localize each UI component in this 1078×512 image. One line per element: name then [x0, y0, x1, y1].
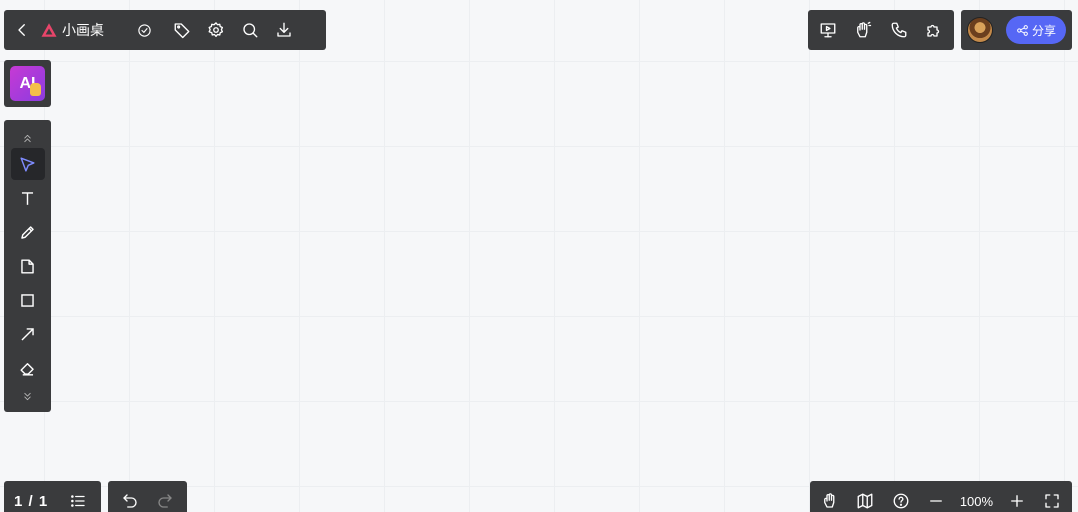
avatar[interactable] [967, 17, 993, 43]
logo-icon [38, 18, 60, 42]
list-icon[interactable] [66, 489, 90, 512]
phone-icon[interactable] [887, 18, 911, 42]
share-button[interactable]: 分享 [1005, 16, 1066, 44]
share-icon [1017, 24, 1028, 36]
tag-icon[interactable] [170, 18, 194, 42]
redo-icon[interactable] [153, 489, 177, 512]
pointer-icon [20, 156, 35, 172]
top-left-toolbar: 小画桌 [4, 10, 326, 50]
download-icon[interactable] [272, 18, 296, 42]
share-label: 分享 [1031, 23, 1056, 38]
back-icon[interactable] [12, 18, 32, 42]
note-icon [21, 258, 34, 274]
page-navigator: 1 / 1 [4, 481, 101, 512]
gear-icon[interactable] [204, 18, 228, 42]
zoom-in-icon[interactable] [1005, 489, 1029, 512]
eraser-icon [20, 362, 34, 376]
tool-arrow[interactable] [11, 318, 45, 350]
ai-panel: AI [4, 60, 51, 107]
ai-button[interactable]: AI [10, 66, 45, 101]
board-title[interactable]: 小画桌 [62, 20, 104, 40]
search-icon[interactable] [238, 18, 262, 42]
chevron-down-icon[interactable] [16, 386, 40, 406]
view-controls: 100% [810, 481, 1072, 512]
text-icon [21, 191, 34, 205]
undo-icon[interactable] [118, 489, 142, 512]
history-bar [108, 481, 187, 512]
zoom-out-icon[interactable] [924, 489, 948, 512]
tool-text[interactable] [11, 182, 45, 214]
top-right-user-bar: 分享 [961, 10, 1072, 50]
rectangle-icon [21, 293, 34, 307]
arrow-icon [21, 327, 34, 341]
tool-select[interactable] [10, 148, 45, 180]
help-icon[interactable] [889, 489, 913, 512]
fullscreen-icon[interactable] [1040, 489, 1064, 512]
puzzle-icon[interactable] [922, 18, 946, 42]
zoom-level[interactable]: 100% [960, 494, 993, 509]
chevron-up-icon[interactable] [16, 128, 40, 148]
pen-icon [21, 225, 34, 239]
tool-eraser[interactable] [11, 352, 45, 384]
tool-pen[interactable] [11, 216, 45, 248]
page-indicator[interactable]: 1 / 1 [14, 493, 48, 510]
hand-pan-icon[interactable] [818, 489, 842, 512]
hand-icon [30, 83, 41, 96]
check-circle-icon[interactable] [132, 18, 156, 42]
drawing-toolbar [4, 120, 51, 412]
tool-rectangle[interactable] [11, 284, 45, 316]
top-right-toolbar [808, 10, 954, 50]
wave-hand-icon[interactable] [851, 18, 875, 42]
map-icon[interactable] [853, 489, 877, 512]
present-icon[interactable] [816, 18, 840, 42]
tool-note[interactable] [11, 250, 45, 282]
